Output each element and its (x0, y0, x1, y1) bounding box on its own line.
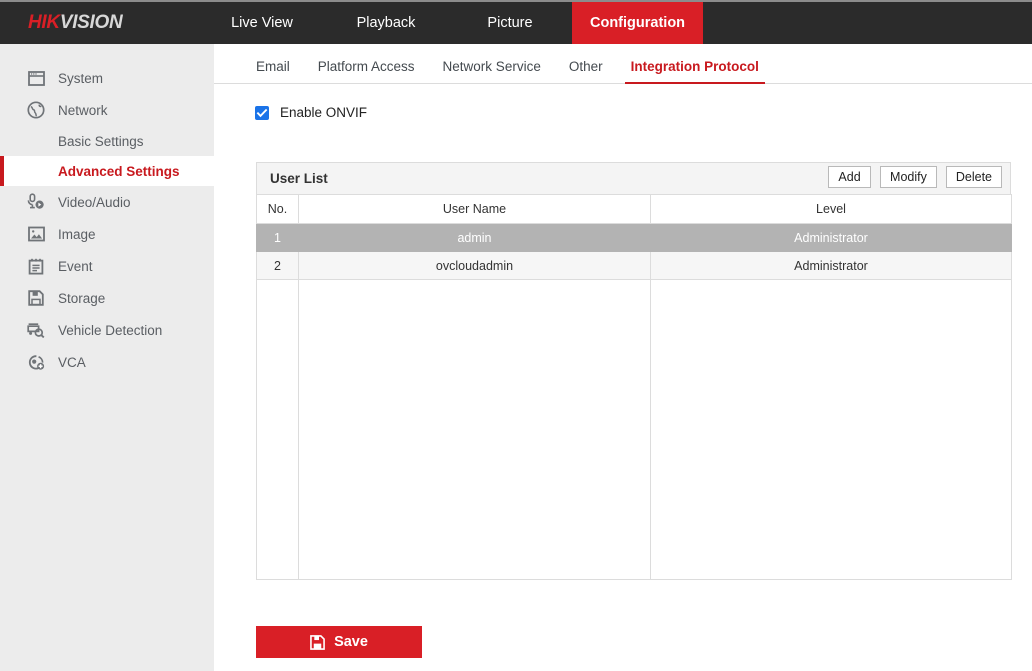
sidebar-item-basic-settings[interactable]: Basic Settings (0, 126, 214, 156)
user-list-panel: User List Add Modify Delete No. User Nam… (256, 162, 1011, 580)
floppy-disk-icon (26, 288, 46, 308)
cell-level: Administrator (651, 224, 1012, 252)
sidebar-item-storage[interactable]: Storage (0, 282, 214, 314)
clipboard-icon (26, 256, 46, 276)
enable-onvif-checkbox[interactable] (255, 106, 269, 120)
column-header-user-name: User Name (299, 195, 651, 224)
microphone-icon (26, 192, 46, 212)
cell-no: 2 (257, 252, 299, 280)
sidebar-item-video-audio[interactable]: Video/Audio (0, 186, 214, 218)
hikvision-config-page: HIKVISION Live View Playback Picture Con… (0, 0, 1032, 671)
sub-tab-bar: Email Platform Access Network Service Ot… (214, 44, 1032, 84)
column-header-level: Level (651, 195, 1012, 224)
cell-empty-user-name (299, 280, 651, 580)
nav-tab-live-view[interactable]: Live View (200, 2, 324, 44)
logo-vision-text: VISION (60, 12, 123, 34)
cell-no: 1 (257, 224, 299, 252)
cell-empty-no (257, 280, 299, 580)
sidebar-item-label: System (58, 71, 103, 86)
cell-user-name: admin (299, 224, 651, 252)
column-header-no: No. (257, 195, 299, 224)
sidebar-item-label: Advanced Settings (58, 164, 180, 179)
sidebar-item-vehicle-detection[interactable]: Vehicle Detection (0, 314, 214, 346)
cell-user-name: ovcloudadmin (299, 252, 651, 280)
sidebar-item-label: Basic Settings (58, 134, 144, 149)
user-list-table: No. User Name Level 1 admin Administrato… (256, 194, 1012, 580)
sidebar-item-label: Storage (58, 291, 105, 306)
sidebar-item-image[interactable]: Image (0, 218, 214, 250)
sidebar-item-label: Image (58, 227, 96, 242)
sub-tab-network-service[interactable]: Network Service (429, 59, 555, 83)
table-header-row: No. User Name Level (257, 195, 1012, 224)
checkmark-icon (256, 107, 268, 119)
sidebar-item-label: Network (58, 103, 108, 118)
sub-tab-other[interactable]: Other (555, 59, 617, 83)
user-list-header: User List Add Modify Delete (256, 162, 1011, 194)
sidebar-navigation: System Network Basic Settings Advanced S… (0, 44, 214, 671)
cell-level: Administrator (651, 252, 1012, 280)
globe-icon (26, 100, 46, 120)
sidebar-item-label: Event (58, 259, 93, 274)
add-button[interactable]: Add (828, 166, 871, 188)
save-button[interactable]: Save (256, 626, 422, 658)
sidebar-item-event[interactable]: Event (0, 250, 214, 282)
user-list-title: User List (270, 171, 328, 186)
window-icon (26, 68, 46, 88)
nav-tab-configuration[interactable]: Configuration (572, 2, 703, 44)
table-row[interactable]: 2 ovcloudadmin Administrator (257, 252, 1012, 280)
table-row[interactable]: 1 admin Administrator (257, 224, 1012, 252)
enable-onvif-label: Enable ONVIF (280, 105, 367, 120)
modify-button[interactable]: Modify (880, 166, 937, 188)
save-button-label: Save (334, 634, 368, 650)
sub-tab-email[interactable]: Email (242, 59, 304, 83)
cell-empty-level (651, 280, 1012, 580)
floppy-disk-icon (310, 635, 325, 650)
sub-tab-integration-protocol[interactable]: Integration Protocol (617, 59, 773, 83)
nav-tab-picture[interactable]: Picture (448, 2, 572, 44)
nav-tab-playback[interactable]: Playback (324, 2, 448, 44)
sidebar-item-system[interactable]: System (0, 62, 214, 94)
sidebar-item-network[interactable]: Network (0, 94, 214, 126)
sidebar-item-label: Vehicle Detection (58, 323, 162, 338)
top-nav-tabs: Live View Playback Picture Configuration (200, 2, 703, 44)
sidebar-item-label: VCA (58, 355, 86, 370)
content-area: Email Platform Access Network Service Ot… (214, 44, 1032, 671)
top-navigation-bar: HIKVISION Live View Playback Picture Con… (0, 0, 1032, 44)
enable-onvif-row[interactable]: Enable ONVIF (255, 105, 1032, 120)
picture-icon (26, 224, 46, 244)
sidebar-item-label: Video/Audio (58, 195, 131, 210)
logo-hik-text: HIK (28, 12, 60, 34)
delete-button[interactable]: Delete (946, 166, 1002, 188)
sidebar-item-advanced-settings[interactable]: Advanced Settings (0, 156, 214, 186)
car-search-icon (26, 320, 46, 340)
camera-add-icon (26, 352, 46, 372)
hikvision-logo: HIKVISION (0, 2, 200, 44)
sub-tab-platform-access[interactable]: Platform Access (304, 59, 429, 83)
sidebar-item-vca[interactable]: VCA (0, 346, 214, 378)
table-empty-space (257, 280, 1012, 580)
user-list-actions: Add Modify Delete (828, 166, 1002, 188)
